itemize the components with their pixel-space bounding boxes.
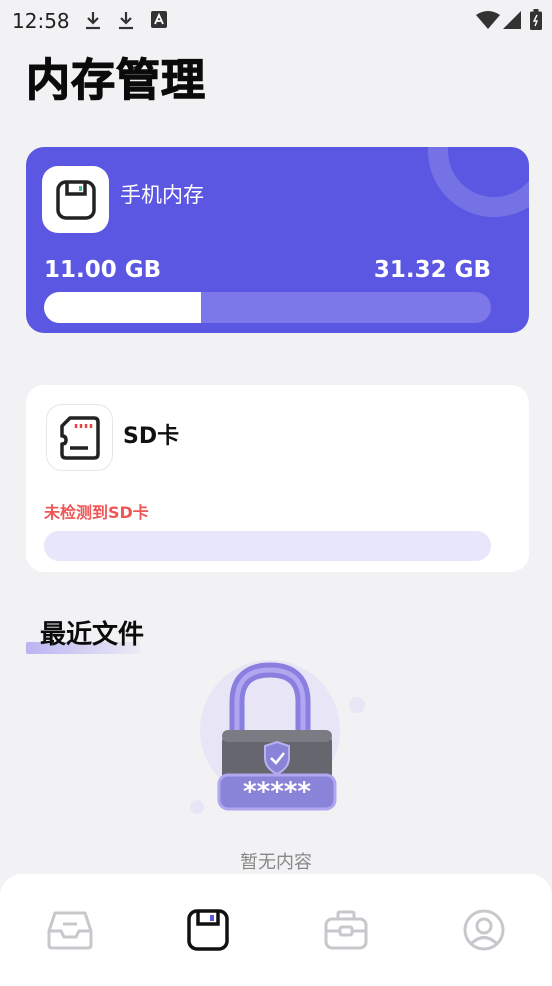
sd-card-icon (59, 415, 100, 460)
toolbox-icon (324, 910, 368, 950)
page-title: 内存管理 (25, 54, 206, 106)
storage-icon (187, 909, 229, 951)
nav-item-profile[interactable] (460, 906, 508, 954)
empty-lock-illustration: ***** (190, 660, 365, 814)
nav-item-toolbox[interactable] (322, 906, 370, 954)
nav-item-storage[interactable] (184, 906, 232, 954)
status-bar: 12:58 (0, 0, 552, 40)
download-icon (119, 12, 133, 30)
download-icon (86, 12, 100, 30)
signal-icon (503, 11, 521, 29)
storage-progress-fill (44, 292, 201, 323)
empty-state-text: 暂无内容 (240, 852, 312, 873)
profile-icon (463, 909, 505, 951)
sd-card-status: 未检测到SD卡 (44, 503, 149, 522)
nav-item-inbox[interactable] (46, 906, 94, 954)
svg-text:*****: ***** (243, 777, 311, 807)
storage-total-value: 31.32 GB (373, 257, 491, 283)
decorative-ring (428, 147, 529, 217)
inbox-icon (47, 911, 93, 950)
phone-storage-card[interactable]: 手机内存 11.00 GB 31.32 GB (26, 147, 529, 333)
floppy-disk-icon (55, 179, 96, 220)
storage-used-value: 11.00 GB (44, 257, 162, 283)
sd-card-icon-box (46, 404, 113, 471)
recent-files-title: 最近文件 (40, 620, 145, 650)
bottom-nav (0, 874, 552, 986)
battery-icon (530, 9, 542, 30)
storage-progress-bar (44, 292, 491, 323)
sd-card-label: SD卡 (123, 424, 180, 449)
wifi-icon (476, 11, 500, 29)
phone-storage-label: 手机内存 (120, 183, 204, 207)
sd-card-progress-bar (44, 531, 491, 561)
phone-storage-icon-box (42, 166, 109, 233)
status-time: 12:58 (12, 9, 70, 33)
notification-a-icon (151, 11, 167, 28)
sd-card-card[interactable]: SD卡 未检测到SD卡 (26, 385, 529, 572)
